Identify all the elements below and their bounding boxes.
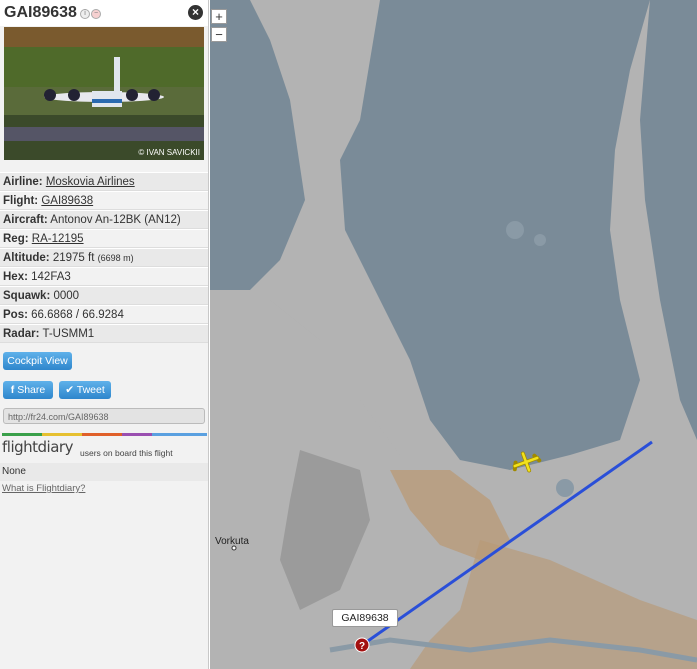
info-icon[interactable]: i	[80, 9, 90, 19]
close-icon[interactable]: ×	[188, 5, 203, 20]
passengers-none: None	[0, 463, 208, 481]
altitude-value: 21975 ft	[52, 252, 95, 264]
airline-label: Airline:	[3, 176, 43, 188]
remove-icon[interactable]: −	[91, 9, 101, 19]
reg-label: Reg:	[3, 233, 29, 245]
flight-map-label[interactable]: GAI89638	[332, 609, 398, 627]
origin-marker-icon[interactable]: ?	[354, 637, 370, 653]
altitude-row: Altitude: 21975 ft (6698 m)	[0, 248, 208, 267]
map-view[interactable]: ?	[210, 0, 697, 669]
squawk-value: 0000	[53, 290, 80, 302]
flightdiary-text: users on board this flight	[80, 448, 173, 458]
squawk-row: Squawk: 0000	[0, 286, 208, 305]
city-label: Vorkuta	[215, 536, 249, 547]
tweet-button[interactable]: ✔ Tweet	[59, 381, 111, 399]
aircraft-label: Aircraft:	[3, 214, 48, 226]
what-is-flightdiary-link[interactable]: What is Flightdiary?	[2, 483, 85, 494]
hex-value: 142FA3	[31, 271, 71, 283]
altitude-label: Altitude:	[3, 252, 50, 264]
radar-row: Radar: T-USMM1	[0, 324, 208, 343]
radar-value: T-USMM1	[42, 328, 95, 340]
flight-row: Flight: GAI89638	[0, 191, 208, 210]
flight-title: GAI89638	[4, 4, 77, 21]
radar-label: Radar:	[3, 328, 40, 340]
flight-info-panel: GAI89638 i − × © IVAN SAVICKII Airline: …	[0, 0, 209, 669]
altitude-meters: (6698 m)	[97, 253, 134, 263]
lake	[506, 221, 524, 239]
pos-row: Pos: 66.6868 / 66.9284	[0, 305, 208, 324]
squawk-label: Squawk:	[3, 290, 51, 302]
flight-details: Airline: Moskovia Airlines Flight: GAI89…	[0, 172, 208, 343]
share-button[interactable]: f Share	[3, 381, 53, 399]
photo-credit: © IVAN SAVICKII	[138, 148, 200, 157]
panel-header: GAI89638 i − ×	[0, 0, 208, 26]
airline-link[interactable]: Moskovia Airlines	[46, 176, 135, 188]
pos-value: 66.6868 / 66.9284	[31, 309, 124, 321]
tweet-label: Tweet	[76, 384, 105, 396]
aircraft-photo[interactable]: © IVAN SAVICKII	[4, 27, 204, 160]
twitter-icon: ✔	[65, 384, 75, 396]
share-label: Share	[17, 384, 46, 396]
flight-link[interactable]: GAI89638	[41, 195, 93, 207]
aircraft-row: Aircraft: Antonov An-12BK (AN12)	[0, 210, 208, 229]
flightdiary-color-bar	[2, 433, 207, 436]
lake-2	[534, 234, 546, 246]
flightdiary-logo[interactable]: flightdiary	[2, 438, 73, 456]
pos-label: Pos:	[3, 309, 28, 321]
map-canvas: ?	[210, 0, 697, 669]
facebook-icon: f	[10, 384, 15, 396]
zoom-out-button[interactable]: −	[211, 27, 227, 42]
flight-label: Flight:	[3, 195, 39, 207]
svg-text:?: ?	[359, 641, 365, 652]
lake-3	[556, 479, 574, 497]
zoom-in-button[interactable]: +	[211, 9, 227, 24]
hex-label: Hex:	[3, 271, 28, 283]
airline-row: Airline: Moskovia Airlines	[0, 172, 208, 191]
reg-row: Reg: RA-12195	[0, 229, 208, 248]
cockpit-view-button[interactable]: Cockpit View	[3, 352, 72, 370]
reg-link[interactable]: RA-12195	[32, 233, 84, 245]
hex-row: Hex: 142FA3	[0, 267, 208, 286]
aircraft-photo-image	[4, 27, 204, 160]
aircraft-value: Antonov An-12BK (AN12)	[50, 214, 181, 226]
url-field[interactable]: http://fr24.com/GAI89638	[3, 408, 205, 424]
